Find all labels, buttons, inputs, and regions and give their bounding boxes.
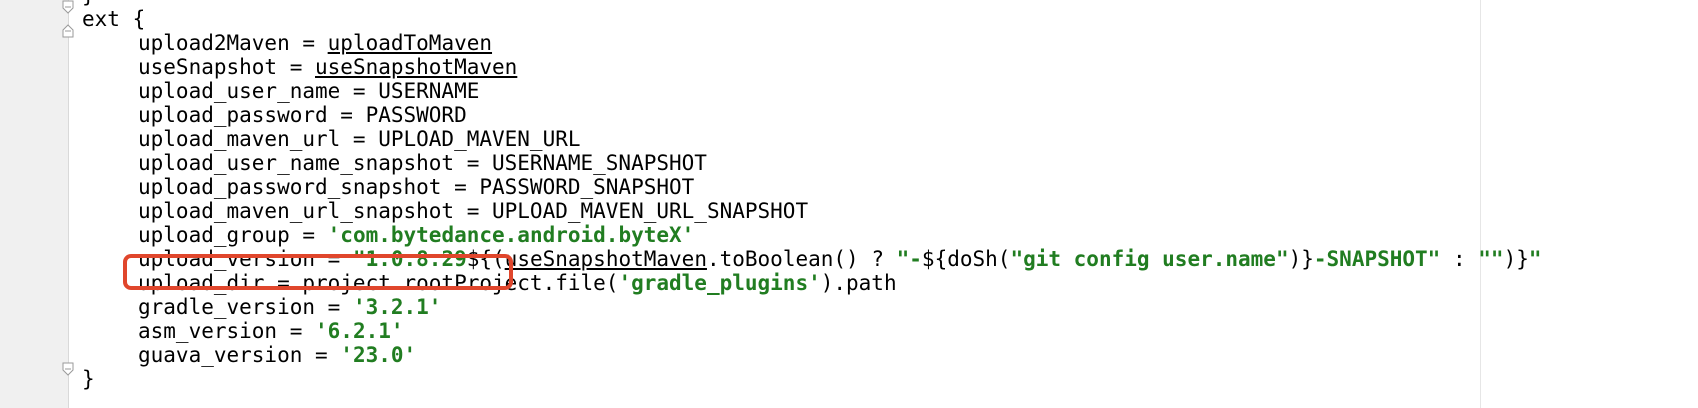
code-line[interactable]: upload_user_name = USERNAME: [82, 79, 1698, 103]
code-line[interactable]: ext {: [82, 7, 1698, 31]
code-token: ).path: [820, 271, 897, 295]
code-line[interactable]: upload_password_snapshot = PASSWORD_SNAP…: [82, 175, 1698, 199]
code-token: }: [82, 0, 95, 7]
string-literal: "": [1478, 247, 1504, 271]
code-line[interactable]: asm_version = '6.2.1': [82, 319, 1698, 343]
fold-start-icon[interactable]: [62, 24, 74, 38]
code-line[interactable]: upload_maven_url_snapshot = UPLOAD_MAVEN…: [82, 199, 1698, 223]
code-line[interactable]: useSnapshot = useSnapshotMaven: [82, 55, 1698, 79]
code-token: upload_maven_url = UPLOAD_MAVEN_URL: [138, 127, 581, 151]
string-literal: '6.2.1': [315, 319, 404, 343]
code-token: asm_version =: [138, 319, 316, 343]
code-token: upload_password = PASSWORD: [138, 103, 467, 127]
code-line[interactable]: guava_version = '23.0': [82, 343, 1698, 367]
string-literal: ": [1528, 247, 1542, 271]
code-line[interactable]: gradle_version = '3.2.1': [82, 295, 1698, 319]
code-token: ${doSh(: [921, 247, 1011, 271]
gutter-divider: [68, 0, 69, 408]
code-line[interactable]: upload_user_name_snapshot = USERNAME_SNA…: [82, 151, 1698, 175]
string-literal: '23.0': [340, 343, 417, 367]
code-token: gradle_version =: [138, 295, 353, 319]
string-literal: "git config user.name": [1010, 247, 1289, 271]
code-token: upload_group =: [138, 223, 328, 247]
code-token: upload_user_name_snapshot = USERNAME_SNA…: [138, 151, 707, 175]
code-line[interactable]: upload_group = 'com.bytedance.android.by…: [82, 223, 1698, 247]
code-line[interactable]: upload2Maven = uploadToMaven: [82, 31, 1698, 55]
code-token: upload_user_name = USERNAME: [138, 79, 480, 103]
string-literal: 'gradle_plugins': [618, 271, 821, 295]
code-token: )}: [1288, 247, 1314, 271]
code-token: upload_maven_url_snapshot = UPLOAD_MAVEN…: [138, 199, 809, 223]
code-editor[interactable]: }ext {upload2Maven = uploadToMavenuseSna…: [82, 0, 1698, 391]
code-token: useSnapshot =: [138, 55, 316, 79]
code-token: upload_password_snapshot = PASSWORD_SNAP…: [138, 175, 695, 199]
version-highlight-box: [123, 254, 513, 290]
code-token: .toBoolean() ?: [706, 247, 897, 271]
code-token: guava_version =: [138, 343, 341, 367]
variable-reference: useSnapshotMaven: [504, 247, 707, 271]
code-line[interactable]: }: [82, 0, 1698, 7]
code-line[interactable]: upload_maven_url = UPLOAD_MAVEN_URL: [82, 127, 1698, 151]
code-line[interactable]: upload_password = PASSWORD: [82, 103, 1698, 127]
code-token: ext {: [82, 7, 146, 31]
variable-reference: uploadToMaven: [327, 31, 493, 55]
code-line[interactable]: }: [82, 367, 1698, 391]
string-literal: "-: [896, 247, 922, 271]
fold-end-icon[interactable]: [62, 362, 74, 376]
string-literal: '3.2.1': [352, 295, 442, 319]
code-token: )}: [1503, 247, 1529, 271]
code-token: }: [82, 367, 95, 391]
string-literal: 'com.bytedance.android.byteX': [327, 223, 695, 247]
fold-end-icon[interactable]: [62, 0, 74, 14]
editor-gutter: [0, 0, 68, 408]
variable-reference: useSnapshotMaven: [315, 55, 518, 79]
code-token: :: [1440, 247, 1479, 271]
string-literal: -SNAPSHOT": [1313, 247, 1441, 271]
code-token: upload2Maven =: [138, 31, 328, 55]
